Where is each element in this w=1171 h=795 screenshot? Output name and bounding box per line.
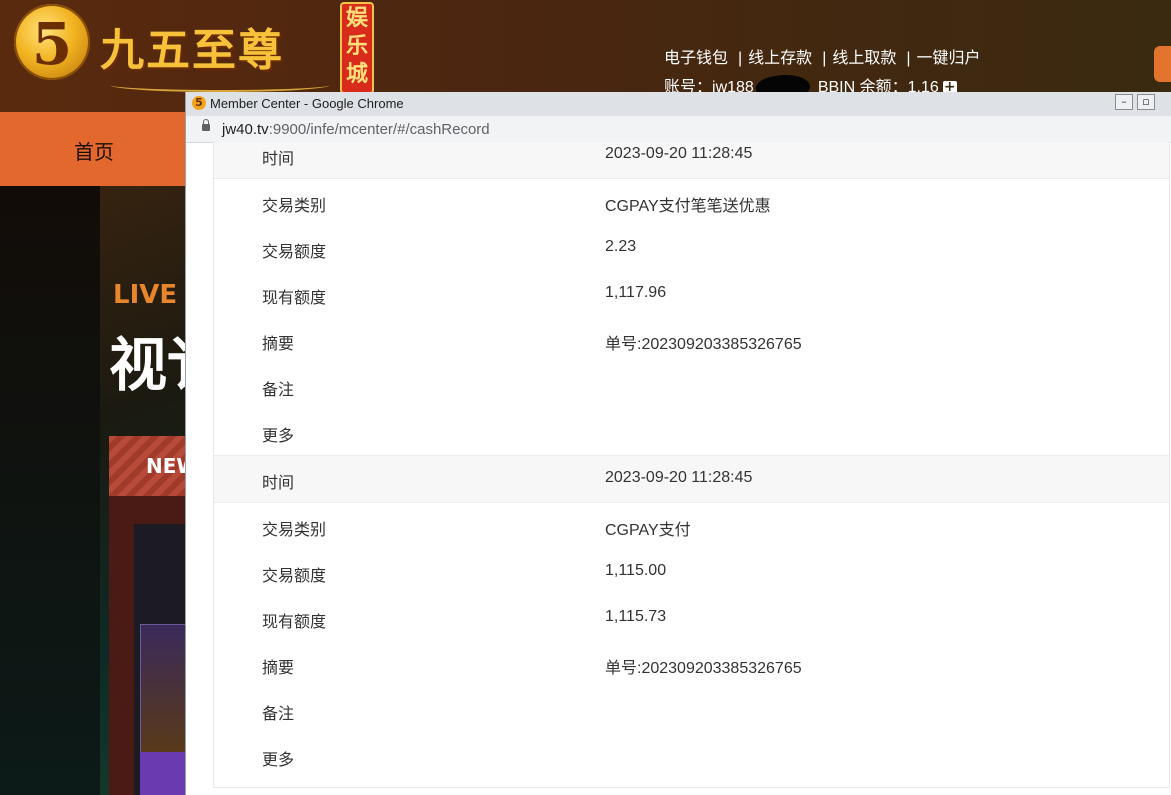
new-games-header: NEW: [109, 436, 198, 496]
record-value-balance: 1,117.96: [605, 284, 667, 301]
site-favicon-icon: 5: [192, 96, 206, 110]
game-card-button[interactable]: [140, 752, 186, 795]
cash-record: 时间 2023-09-20 11:28:45 交易类别 CGPAY支付笔笔送优惠交易额…: [214, 142, 1169, 455]
record-row-more[interactable]: 更多: [214, 409, 1169, 455]
record-row-time: 时间 2023-09-20 11:28:45: [214, 455, 1169, 503]
record-row-type: 交易类别 CGPAY支付: [214, 503, 1169, 549]
record-row-summary: 摘要 单号:202309203385326765: [214, 641, 1169, 687]
logo-badge: 娱乐城: [340, 2, 374, 94]
minimize-icon[interactable]: –: [1115, 94, 1133, 110]
nav-separator: |: [738, 50, 743, 67]
record-value-type: CGPAY支付: [605, 522, 691, 539]
menu-item-home[interactable]: 首页: [74, 136, 114, 165]
record-row-amount: 交易额度 2.23: [214, 225, 1169, 271]
login-button-edge[interactable]: [1154, 46, 1171, 82]
record-row-more[interactable]: 更多: [214, 733, 1169, 779]
cash-record: 时间 2023-09-20 11:28:45 交易类别 CGPAY支付交易额度 1,11…: [214, 455, 1169, 779]
record-value-time: 2023-09-20 11:28:45: [605, 469, 753, 486]
record-label-note: 备注: [262, 382, 295, 399]
member-center-window: 5 Member Center - Google Chrome – ▫ jw40…: [185, 92, 1171, 795]
top-link-wallet[interactable]: 电子钱包: [664, 50, 728, 67]
record-label-balance: 现有额度: [262, 614, 327, 631]
url-path: :9900/infe/mcenter/#/cashRecord: [268, 121, 490, 138]
record-row-note: 备注: [214, 687, 1169, 733]
banner-side-shade: [0, 186, 100, 795]
record-value-amount: 2.23: [605, 238, 637, 255]
record-label-time: 时间: [262, 475, 295, 492]
record-label-type: 交易类别: [262, 522, 327, 539]
window-titlebar[interactable]: 5 Member Center - Google Chrome – ▫: [186, 92, 1171, 117]
logo-badge-char: 乐: [345, 33, 368, 59]
top-link-transfer-all[interactable]: 一键归户: [917, 50, 981, 67]
cash-record-list: 时间 2023-09-20 11:28:45 交易类别 CGPAY支付笔笔送优惠交易额…: [213, 142, 1170, 788]
maximize-icon[interactable]: ▫: [1137, 94, 1155, 110]
url-text[interactable]: jw40.tv:9900/infe/mcenter/#/cashRecord: [222, 121, 490, 138]
records-container: 时间 2023-09-20 11:28:45 交易类别 CGPAY支付笔笔送优惠交易额…: [214, 142, 1169, 779]
record-label-note: 备注: [262, 706, 295, 723]
top-link-withdraw[interactable]: 线上取款: [832, 50, 896, 67]
top-link-deposit[interactable]: 线上存款: [748, 50, 812, 67]
record-value-balance: 1,115.73: [605, 608, 667, 625]
top-nav: 电子钱包 | 线上存款 | 线上取款 | 一键归户: [664, 44, 985, 68]
nav-separator: |: [906, 50, 911, 67]
window-title: Member Center - Google Chrome: [210, 96, 404, 111]
nav-separator: |: [822, 50, 827, 67]
logo-badge-text: 娱乐城: [342, 4, 372, 88]
record-label-amount: 交易额度: [262, 244, 327, 261]
record-row-note: 备注: [214, 363, 1169, 409]
record-label-summary: 摘要: [262, 336, 295, 353]
record-value-amount: 1,115.00: [605, 562, 667, 579]
logo-badge-char: 城: [345, 61, 368, 87]
lock-icon[interactable]: [202, 119, 210, 131]
record-label-type: 交易类别: [262, 198, 327, 215]
record-label-summary: 摘要: [262, 660, 295, 677]
record-row-type: 交易类别 CGPAY支付笔笔送优惠: [214, 179, 1169, 225]
record-row-summary: 摘要 单号:202309203385326765: [214, 317, 1169, 363]
record-value-time: 2023-09-20 11:28:45: [605, 145, 753, 162]
record-row-balance: 现有额度 1,115.73: [214, 595, 1169, 641]
logo-coin-icon[interactable]: 5: [14, 4, 90, 80]
record-value-summary: 单号:202309203385326765: [605, 336, 802, 353]
logo-ornament-icon: [110, 78, 330, 92]
record-label-time: 时间: [262, 151, 295, 168]
record-label-more[interactable]: 更多: [262, 746, 294, 770]
record-label-amount: 交易额度: [262, 568, 327, 585]
record-label-balance: 现有额度: [262, 290, 327, 307]
record-label-more[interactable]: 更多: [262, 422, 294, 446]
logo-badge-char: 娱: [345, 5, 368, 31]
record-row-amount: 交易额度 1,115.00: [214, 549, 1169, 595]
address-bar[interactable]: jw40.tv:9900/infe/mcenter/#/cashRecord: [186, 116, 1171, 143]
logo-coin-glyph: 5: [31, 10, 73, 78]
record-value-type: CGPAY支付笔笔送优惠: [605, 198, 771, 215]
record-value-summary: 单号:202309203385326765: [605, 660, 802, 677]
url-host: jw40.tv: [222, 121, 269, 138]
logo-title[interactable]: 九五至尊: [100, 14, 284, 78]
game-card[interactable]: [140, 624, 188, 756]
record-row-time: 时间 2023-09-20 11:28:45: [214, 142, 1169, 179]
record-row-balance: 现有额度 1,117.96: [214, 271, 1169, 317]
